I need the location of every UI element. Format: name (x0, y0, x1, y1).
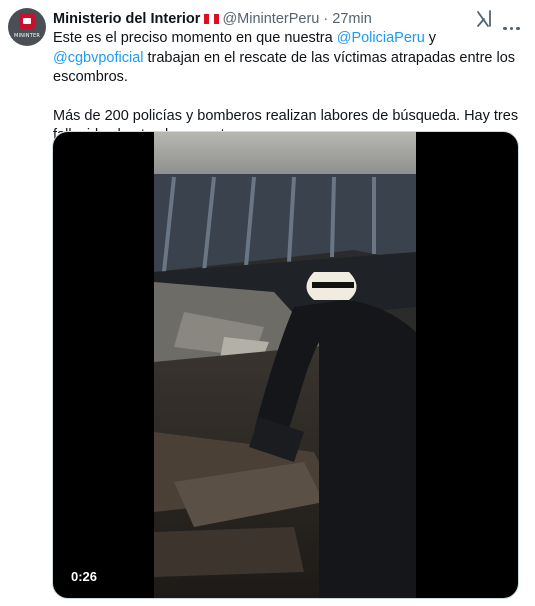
avatar[interactable]: MININTER (8, 8, 46, 46)
video-frame (154, 132, 416, 598)
timestamp[interactable]: 27min (332, 11, 372, 27)
police-crest-icon (19, 13, 35, 29)
tweet-paragraph-1: Este es el preciso momento en que nuestr… (53, 29, 523, 88)
text-segment: y (424, 30, 437, 46)
header-separator: · (323, 11, 329, 27)
mention-cgbvpoficial[interactable]: @cgbvpoficial (53, 50, 143, 66)
grok-icon[interactable] (476, 10, 492, 28)
author-name[interactable]: Ministerio del Interior (53, 11, 200, 27)
avatar-label: MININTER (13, 33, 41, 39)
tweet-header: Ministerio del Interior @MininterPeru · 2… (53, 9, 475, 29)
peru-flag-icon (204, 14, 220, 24)
text-segment: Este es el preciso momento en que nuestr… (53, 30, 337, 46)
more-options-icon[interactable] (503, 17, 523, 30)
tweet-card[interactable]: MININTER Ministerio del Interior @Mininte… (0, 0, 535, 606)
video-player[interactable]: 0:26 (52, 131, 519, 599)
author-handle[interactable]: @MininterPeru (222, 11, 319, 27)
video-duration: 0:26 (65, 567, 104, 586)
mention-policiaperu[interactable]: @PoliciaPeru (337, 30, 425, 46)
tweet-text: Este es el preciso momento en que nuestr… (53, 29, 523, 146)
